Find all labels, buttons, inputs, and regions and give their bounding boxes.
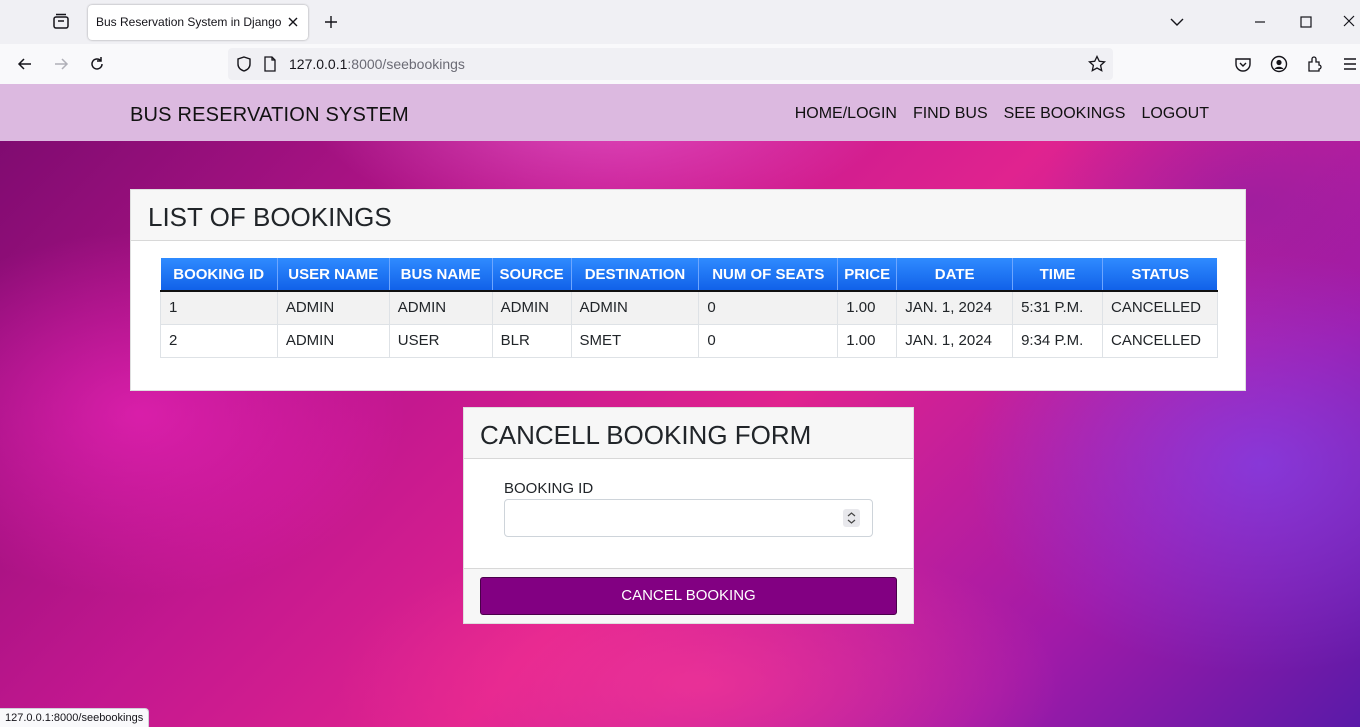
cell-num-seats: 0 <box>698 290 839 325</box>
nav-find-bus[interactable]: FIND BUS <box>913 105 988 123</box>
cancel-form-title: CANCELL BOOKING FORM <box>464 408 913 459</box>
col-date: DATE <box>896 258 1014 292</box>
cancel-booking-button[interactable]: CANCEL BOOKING <box>480 577 897 615</box>
col-destination: DESTINATION <box>571 258 700 292</box>
site-brand[interactable]: BUS RESERVATION SYSTEM <box>130 104 409 127</box>
back-icon[interactable] <box>15 54 35 74</box>
site-header: BUS RESERVATION SYSTEM HOME/LOGIN FIND B… <box>0 84 1360 141</box>
status-url: 127.0.0.1:8000/seebookings <box>0 708 150 727</box>
cell-user-name: ADMIN <box>276 323 390 358</box>
url-host: 127.0.0.1 <box>289 56 348 72</box>
cancel-form-footer: CANCEL BOOKING <box>464 568 913 623</box>
number-spinner[interactable] <box>843 509 860 527</box>
col-num-seats: NUM OF SEATS <box>698 258 839 292</box>
cell-destination: ADMIN <box>570 290 700 325</box>
cell-price: 1.00 <box>837 290 898 325</box>
account-icon[interactable] <box>1269 54 1289 74</box>
table-row: 2 ADMIN USER BLR SMET 0 1.00 JAN. 1, 202… <box>160 323 1219 358</box>
nav-home-login[interactable]: HOME/LOGIN <box>795 105 897 123</box>
cell-bus-name: ADMIN <box>388 290 493 325</box>
menu-icon[interactable] <box>1340 54 1360 74</box>
col-status: STATUS <box>1102 258 1218 292</box>
col-price: PRICE <box>837 258 898 292</box>
cell-destination: SMET <box>570 323 700 358</box>
close-icon[interactable] <box>286 15 300 29</box>
nav-see-bookings[interactable]: SEE BOOKINGS <box>1004 105 1126 123</box>
booking-id-input[interactable] <box>504 499 873 537</box>
browser-navbar: 127.0.0.1:8000/seebookings <box>0 44 1360 84</box>
cell-time: 5:31 P.M. <box>1012 290 1103 325</box>
cell-source: BLR <box>491 323 572 358</box>
window-close-icon[interactable] <box>1340 12 1360 32</box>
col-time: TIME <box>1012 258 1103 292</box>
cell-date: JAN. 1, 2024 <box>896 290 1014 325</box>
chevron-down-icon[interactable] <box>1167 12 1187 32</box>
cell-status: CANCELLED <box>1101 323 1219 358</box>
bookings-title: LIST OF BOOKINGS <box>131 190 1245 241</box>
bookings-card: LIST OF BOOKINGS BOOKING ID USER NAME BU… <box>130 189 1246 391</box>
browser-tabstrip: Bus Reservation System in Django F <box>0 0 1360 44</box>
reload-icon[interactable] <box>87 54 107 74</box>
col-bus-name: BUS NAME <box>389 258 493 292</box>
url-bar[interactable]: 127.0.0.1:8000/seebookings <box>228 48 1113 80</box>
cell-price: 1.00 <box>837 323 898 358</box>
booking-id-label: BOOKING ID <box>504 480 594 497</box>
cell-bus-name: USER <box>388 323 493 358</box>
cell-booking-id: 1 <box>160 290 278 325</box>
bookings-table: BOOKING ID USER NAME BUS NAME SOURCE DES… <box>160 258 1219 358</box>
extensions-icon[interactable] <box>1305 54 1325 74</box>
tab-title: Bus Reservation System in Django F <box>96 15 284 29</box>
tab-list-icon[interactable] <box>50 11 72 33</box>
cell-booking-id: 2 <box>160 323 278 358</box>
page-content: BUS RESERVATION SYSTEM HOME/LOGIN FIND B… <box>0 84 1360 727</box>
cell-time: 9:34 P.M. <box>1012 323 1103 358</box>
shield-icon[interactable] <box>234 54 254 74</box>
cell-user-name: ADMIN <box>276 290 390 325</box>
pocket-icon[interactable] <box>1233 54 1253 74</box>
cell-status: CANCELLED <box>1101 290 1219 325</box>
cancel-booking-card: CANCELL BOOKING FORM BOOKING ID CANCEL B… <box>463 407 914 624</box>
cell-date: JAN. 1, 2024 <box>896 323 1014 358</box>
cell-num-seats: 0 <box>698 323 839 358</box>
nav-logout[interactable]: LOGOUT <box>1141 105 1209 123</box>
table-header-row: BOOKING ID USER NAME BUS NAME SOURCE DES… <box>160 258 1218 292</box>
url-text[interactable]: 127.0.0.1:8000/seebookings <box>289 56 465 72</box>
forward-icon[interactable] <box>51 54 71 74</box>
page-icon[interactable] <box>260 54 280 74</box>
col-booking-id: BOOKING ID <box>160 258 278 292</box>
col-user-name: USER NAME <box>277 258 390 292</box>
star-icon[interactable] <box>1087 54 1107 74</box>
maximize-icon[interactable] <box>1296 12 1316 32</box>
browser-tab-active[interactable]: Bus Reservation System in Django F <box>88 5 308 40</box>
col-source: SOURCE <box>492 258 572 292</box>
site-nav: HOME/LOGIN FIND BUS SEE BOOKINGS LOGOUT <box>795 105 1209 123</box>
table-row: 1 ADMIN ADMIN ADMIN ADMIN 0 1.00 JAN. 1,… <box>160 290 1219 325</box>
minimize-icon[interactable] <box>1250 12 1270 32</box>
cell-source: ADMIN <box>491 290 572 325</box>
url-path: :8000/seebookings <box>347 56 465 72</box>
plus-icon[interactable] <box>322 13 340 31</box>
